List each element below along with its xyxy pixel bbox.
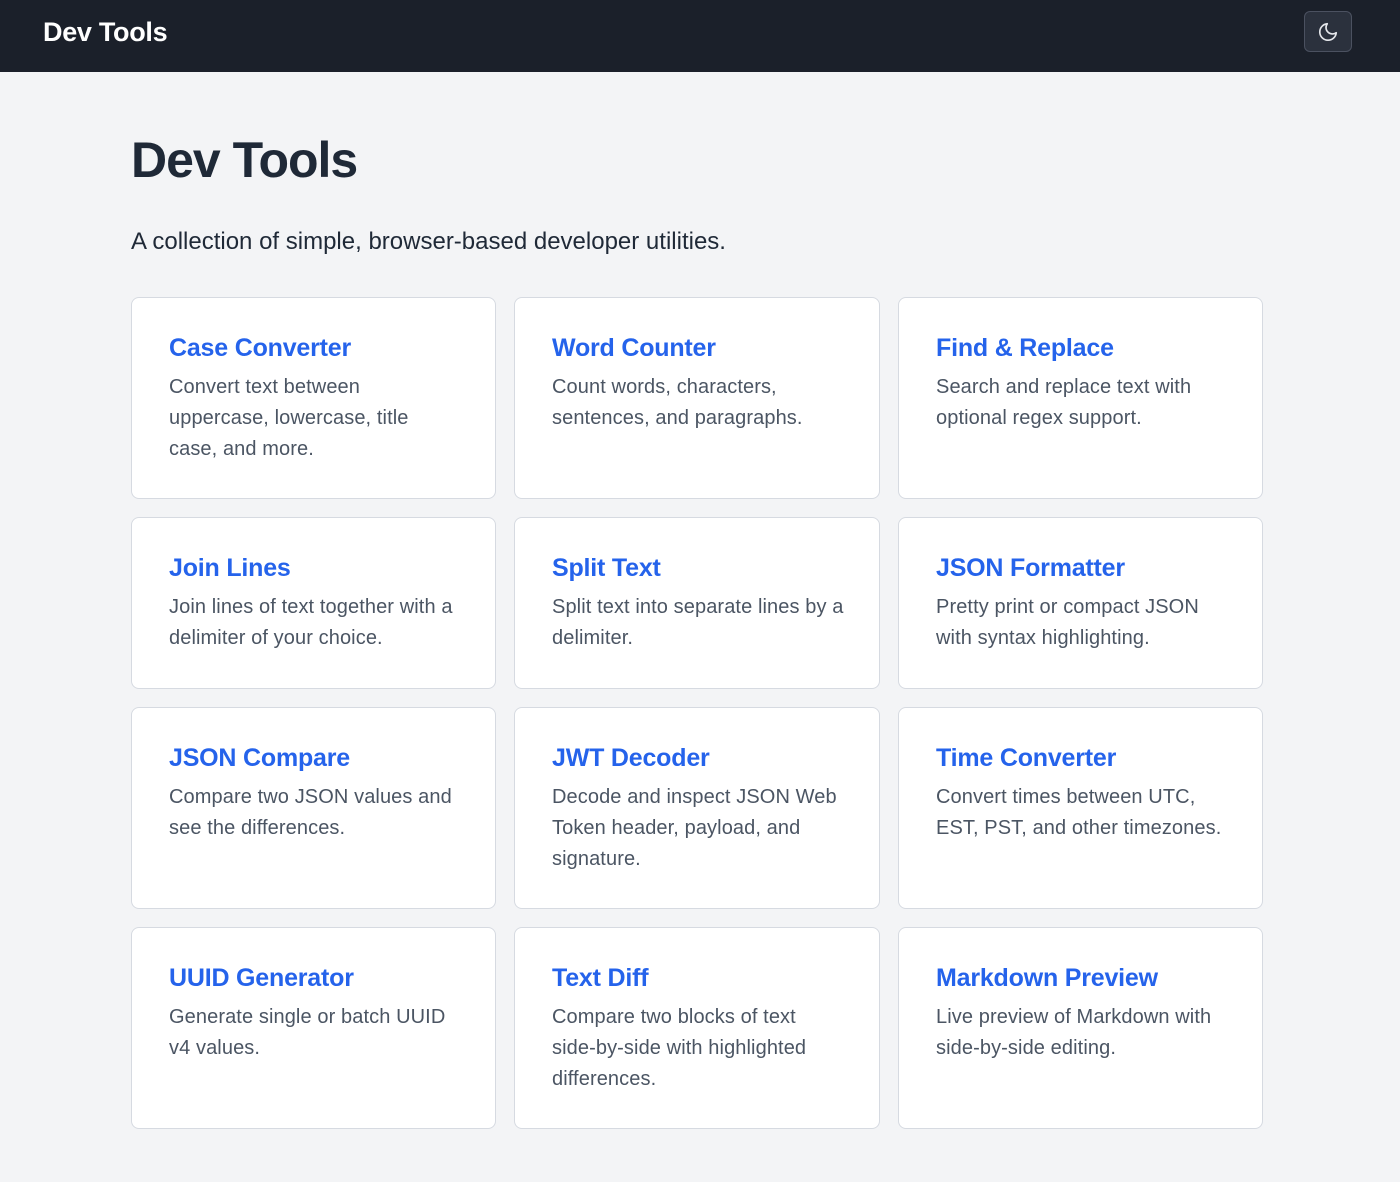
tool-card-word-counter[interactable]: Word Counter Count words, characters, se… bbox=[514, 297, 880, 499]
tool-card-description: Live preview of Markdown with side-by-si… bbox=[936, 1006, 1212, 1059]
tool-card-title[interactable]: Markdown Preview bbox=[936, 962, 1226, 994]
tool-card-title[interactable]: Word Counter bbox=[552, 332, 843, 364]
tool-card-description: Compare two JSON values and see the diff… bbox=[169, 786, 452, 839]
tool-card-description: Convert text between uppercase, lowercas… bbox=[169, 376, 409, 460]
tool-card-json-compare[interactable]: JSON Compare Compare two JSON values and… bbox=[131, 707, 496, 909]
top-navbar: Dev Tools bbox=[0, 0, 1400, 72]
tool-card-title[interactable]: UUID Generator bbox=[169, 962, 459, 994]
tool-card-title[interactable]: Find & Replace bbox=[936, 332, 1226, 364]
tool-card-description: Count words, characters, sentences, and … bbox=[552, 376, 803, 429]
tool-card-json-formatter[interactable]: JSON Formatter Pretty print or compact J… bbox=[898, 517, 1263, 689]
page-subtitle: A collection of simple, browser-based de… bbox=[131, 228, 726, 255]
tool-card-title[interactable]: JSON Formatter bbox=[936, 552, 1226, 584]
tool-card-description: Split text into separate lines by a deli… bbox=[552, 596, 844, 649]
tool-card-description: Compare two blocks of text side-by-side … bbox=[552, 1006, 807, 1090]
moon-icon bbox=[1318, 22, 1338, 41]
tool-card-title[interactable]: Time Converter bbox=[936, 742, 1226, 774]
tool-card-title[interactable]: Case Converter bbox=[169, 332, 459, 364]
tool-card-jwt-decoder[interactable]: JWT Decoder Decode and inspect JSON Web … bbox=[514, 707, 880, 909]
tool-card-title[interactable]: Join Lines bbox=[169, 552, 459, 584]
tool-card-case-converter[interactable]: Case Converter Convert text between uppe… bbox=[131, 297, 496, 499]
page-title: Dev Tools bbox=[131, 132, 358, 188]
tool-card-find-replace[interactable]: Find & Replace Search and replace text w… bbox=[898, 297, 1263, 499]
tool-card-join-lines[interactable]: Join Lines Join lines of text together w… bbox=[131, 517, 496, 689]
tool-card-description: Decode and inspect JSON Web Token header… bbox=[552, 786, 837, 870]
tool-card-description: Generate single or batch UUID v4 values. bbox=[169, 1006, 446, 1059]
tool-card-text-diff[interactable]: Text Diff Compare two blocks of text sid… bbox=[514, 927, 880, 1129]
tool-card-title[interactable]: JWT Decoder bbox=[552, 742, 843, 774]
tool-card-description: Search and replace text with optional re… bbox=[936, 376, 1192, 429]
theme-toggle-button[interactable] bbox=[1304, 11, 1352, 52]
tool-card-description: Convert times between UTC, EST, PST, and… bbox=[936, 786, 1222, 839]
tool-card-description: Pretty print or compact JSON with syntax… bbox=[936, 596, 1199, 649]
tool-card-markdown-preview[interactable]: Markdown Preview Live preview of Markdow… bbox=[898, 927, 1263, 1129]
tool-card-title[interactable]: JSON Compare bbox=[169, 742, 459, 774]
tool-card-time-converter[interactable]: Time Converter Convert times between UTC… bbox=[898, 707, 1263, 909]
tools-grid: Case Converter Convert text between uppe… bbox=[131, 297, 1263, 1129]
tool-card-title[interactable]: Split Text bbox=[552, 552, 843, 584]
tool-card-uuid-generator[interactable]: UUID Generator Generate single or batch … bbox=[131, 927, 496, 1129]
tool-card-description: Join lines of text together with a delim… bbox=[169, 596, 453, 649]
brand-logo-text[interactable]: Dev Tools bbox=[43, 16, 168, 48]
tool-card-split-text[interactable]: Split Text Split text into separate line… bbox=[514, 517, 880, 689]
tool-card-title[interactable]: Text Diff bbox=[552, 962, 843, 994]
